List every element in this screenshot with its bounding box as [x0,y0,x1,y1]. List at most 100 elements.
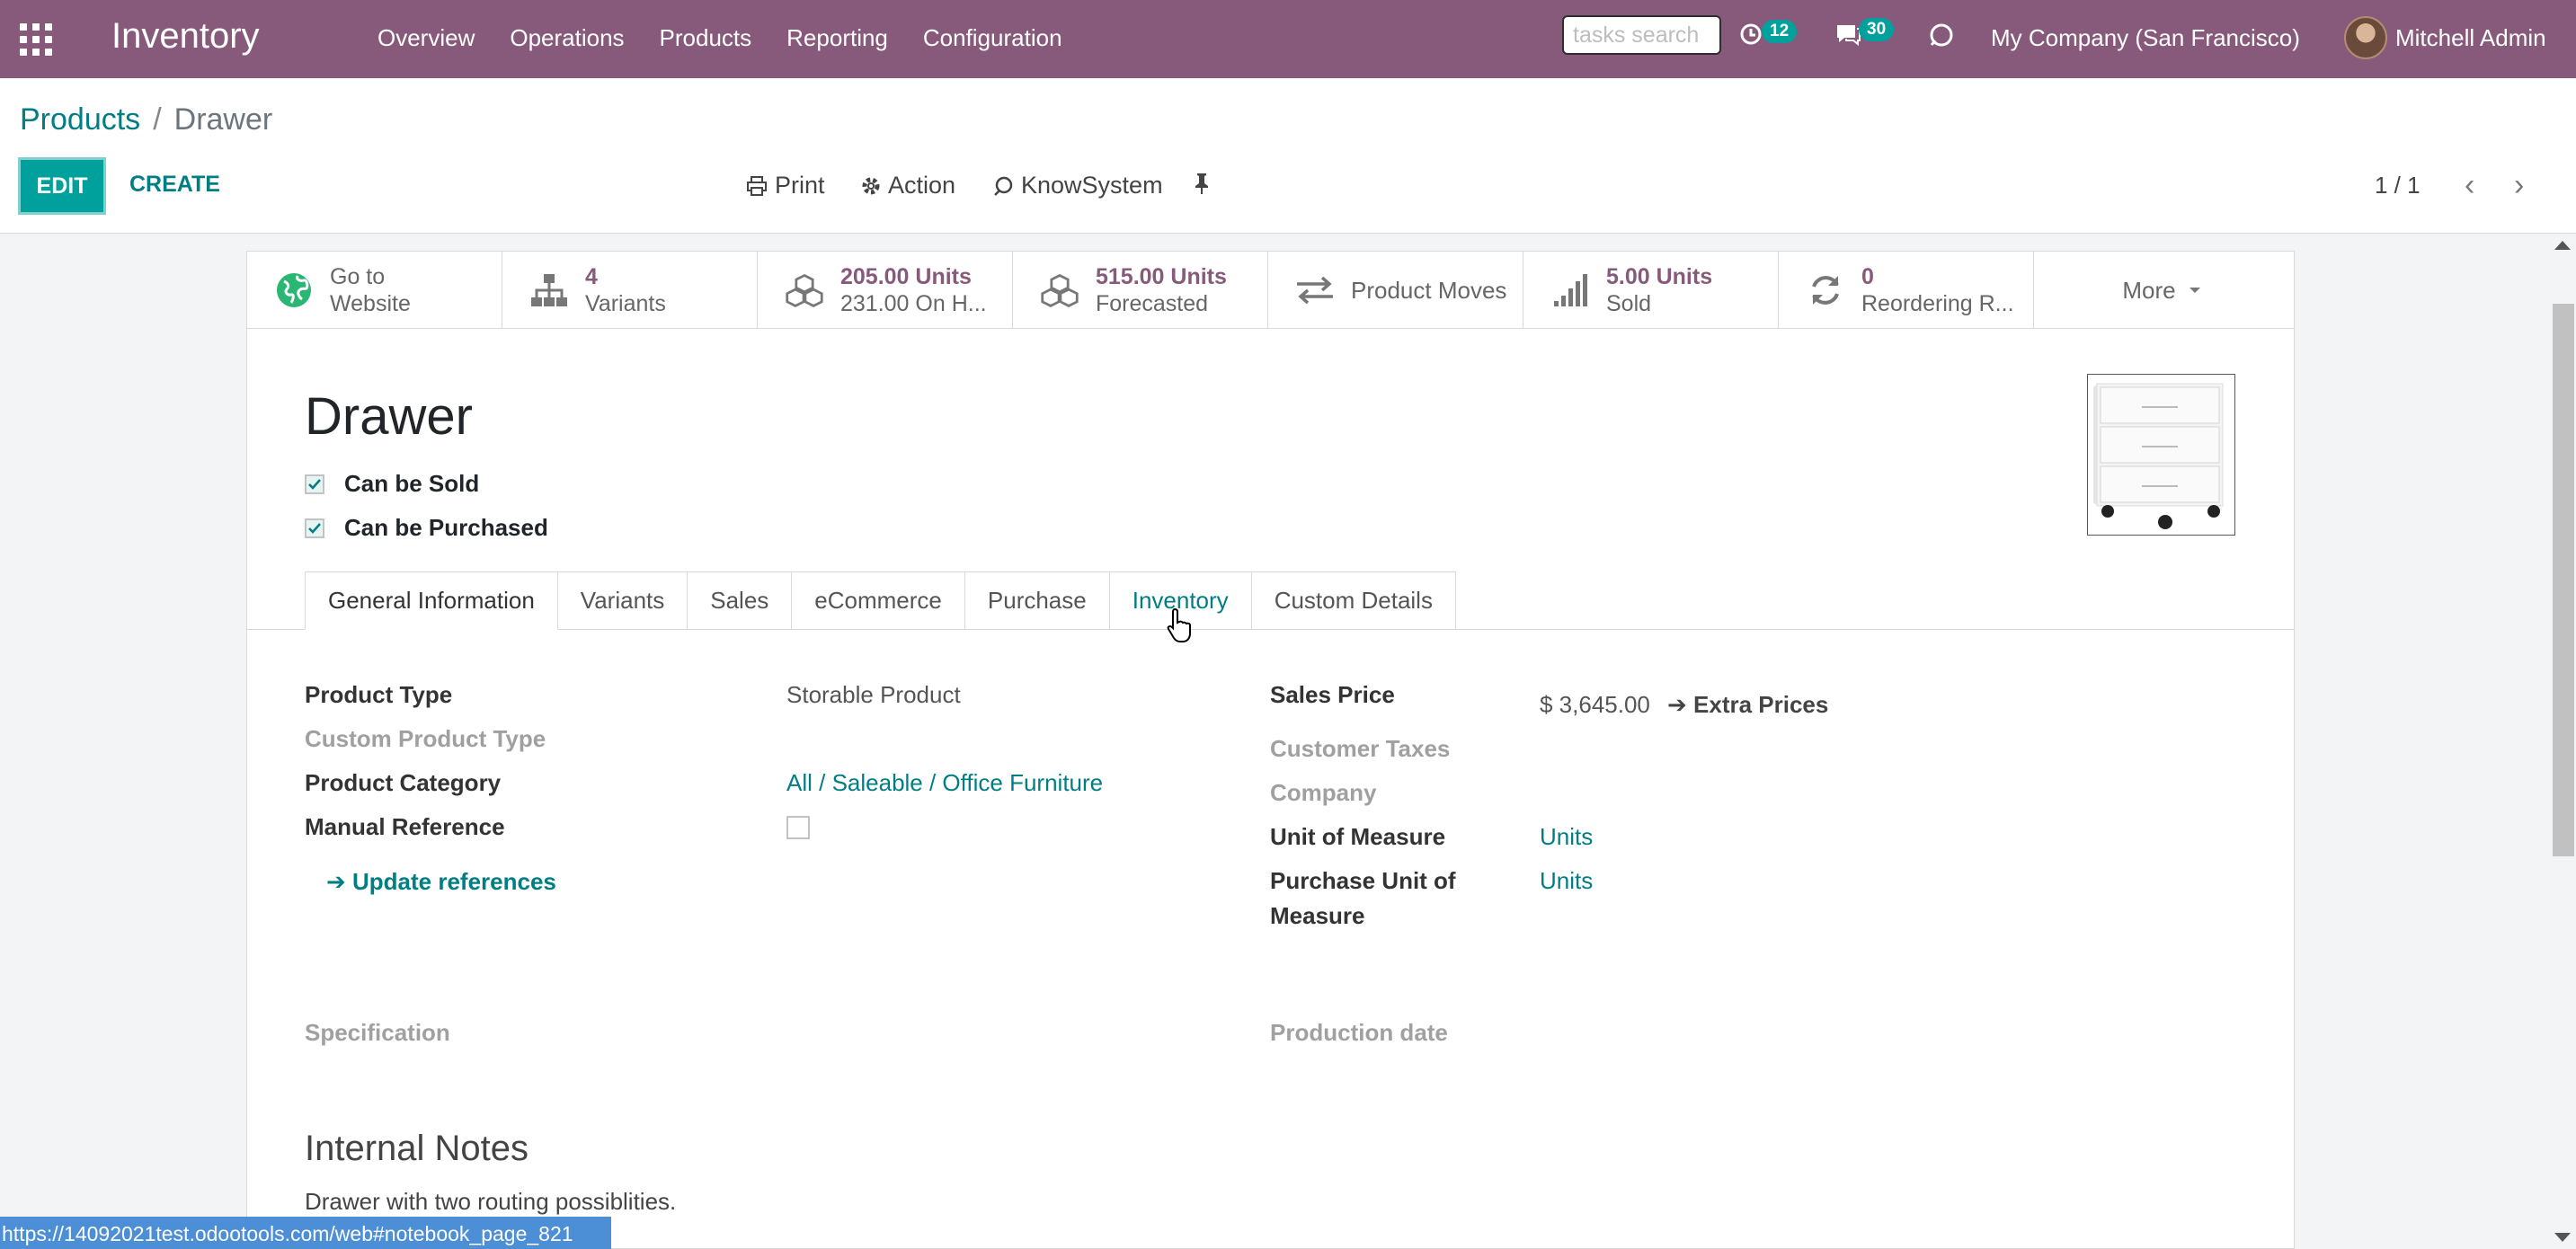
menu-reporting[interactable]: Reporting [786,24,888,52]
create-button[interactable]: CREATE [129,172,220,198]
more-button[interactable]: More [2034,252,2289,329]
drawer-image [2093,383,2224,529]
top-navbar: Inventory Overview Operations Products R… [0,0,2576,78]
hand-cursor-icon [1167,607,1194,650]
update-references-button[interactable]: ➔ Update references [326,868,556,896]
print-button[interactable]: Print [746,172,825,199]
action-label: Action [888,172,956,199]
arrow-right-icon: ➔ [1667,691,1694,718]
sold-units: 5.00 Units [1606,264,1713,289]
globe-icon [274,270,314,310]
product-category-label: Product Category [305,769,502,796]
can-be-purchased-checkbox[interactable] [305,518,324,538]
internal-notes-text[interactable]: Drawer with two routing possiblities. [305,1188,676,1216]
tab-purchase[interactable]: Purchase [964,571,1110,630]
activity-badge: 12 [1762,20,1798,43]
on-hand-stat-button[interactable]: 205.00 Units 231.00 On H... [758,252,1013,329]
can-be-purchased-label: Can be Purchased [344,514,548,541]
menu-operations[interactable]: Operations [510,24,624,52]
pager-value[interactable]: 1 / 1 [2375,172,2421,199]
pin-button[interactable] [1194,172,1210,195]
control-panel: Products / Drawer EDIT CREATE Print Action… [0,78,2576,234]
purchase-uom-label-line-2: Measure [1270,902,1365,929]
action-button[interactable]: Action [861,172,955,199]
manual-reference-checkbox[interactable] [786,816,810,839]
form-sheet: Go to Website 4 Variants 205.00 Units 23… [246,251,2295,1249]
scroll-up-arrow-icon[interactable] [2554,241,2571,250]
manual-reference-label: Manual Reference [305,813,505,840]
arrow-right-icon: ➔ [326,868,353,895]
purchase-uom-label-line-1: Purchase Unit of [1270,867,1456,894]
scroll-down-arrow-icon[interactable] [2554,1233,2571,1242]
internal-notes-title: Internal Notes [305,1129,529,1168]
sitemap-icon [529,270,569,310]
apps-menu-icon[interactable] [20,23,52,56]
tab-general-information[interactable]: General Information [305,571,558,630]
product-name: Drawer [305,387,473,446]
tab-variants[interactable]: Variants [557,571,688,630]
breadcrumb-products[interactable]: Products [20,102,140,137]
go-to-website-button[interactable]: Go to Website [247,252,502,329]
reordering-label: Reordering R... [1861,291,2014,316]
notebook-tabs: General Information Variants Sales eComm… [305,571,1456,630]
forecasted-label: Forecasted [1096,291,1209,316]
sold-label: Sold [1606,291,1652,316]
menu-configuration[interactable]: Configuration [923,24,1062,52]
variants-label: Variants [585,291,666,316]
messages-icon[interactable] [1834,22,1862,53]
edit-button[interactable]: EDIT [18,157,106,215]
scrollbar-thumb[interactable] [2553,304,2574,856]
gear-icon [862,177,880,194]
company-label: Company [1270,779,1377,806]
user-avatar[interactable] [2344,16,2387,59]
uom-value[interactable]: Units [1540,823,1593,851]
customer-taxes-label: Customer Taxes [1270,735,1451,762]
can-be-sold-row: Can be Sold [305,470,479,498]
knowsystem-label: KnowSystem [1021,172,1163,199]
messages-badge: 30 [1859,18,1895,41]
product-category-link[interactable]: All / Saleable / Office Furniture [786,769,1103,797]
refresh-icon [1806,270,1845,310]
company-switcher[interactable]: My Company (San Francisco) [1991,24,2300,52]
can-be-sold-label: Can be Sold [344,470,480,497]
reordering-count: 0 [1861,264,1874,289]
tab-sales[interactable]: Sales [688,571,793,630]
specification-label: Specification [305,1019,450,1046]
extra-prices-button[interactable]: ➔ Extra Prices [1667,691,1828,719]
website-line-1: Go to [330,264,386,289]
breadcrumb-current: Drawer [173,102,273,137]
check-icon [308,478,321,490]
breadcrumb-separator: / [153,102,162,137]
custom-product-type-label: Custom Product Type [305,725,546,752]
cubes-icon [1040,270,1079,310]
sold-stat-button[interactable]: 5.00 Units Sold [1523,252,1779,329]
menu-overview[interactable]: Overview [378,24,475,52]
on-hand-units: 205.00 Units [840,264,972,289]
variants-stat-button[interactable]: 4 Variants [502,252,758,329]
product-moves-button[interactable]: Product Moves [1268,252,1523,329]
pager-next-icon[interactable]: › [2514,168,2524,203]
product-type-value: Storable Product [786,681,961,708]
chat-refresh-icon[interactable] [1927,22,1956,57]
tasks-search-input[interactable]: tasks search [1562,15,1721,55]
breadcrumb: Products / Drawer [20,102,272,137]
user-menu[interactable]: Mitchell Admin [2395,24,2546,52]
exchange-icon [1295,270,1335,310]
reordering-rules-button[interactable]: 0 Reordering R... [1779,252,2034,329]
activity-clock-icon[interactable] [1738,22,1763,53]
forecasted-stat-button[interactable]: 515.00 Units Forecasted [1013,252,1268,329]
tab-custom-details[interactable]: Custom Details [1251,571,1456,630]
purchase-uom-value[interactable]: Units [1540,867,1593,895]
product-image[interactable] [2087,374,2235,536]
menu-products[interactable]: Products [660,24,752,52]
tab-ecommerce[interactable]: eCommerce [792,571,965,630]
knowsystem-button[interactable]: KnowSystem [992,172,1163,199]
product-type-label: Product Type [305,681,453,708]
variants-count: 4 [585,264,598,289]
app-title[interactable]: Inventory [111,16,260,57]
production-date-label: Production date [1270,1019,1448,1046]
pager-previous-icon[interactable]: ‹ [2465,168,2474,203]
can-be-sold-checkbox[interactable] [305,474,324,494]
more-label: More [2122,276,2176,304]
website-line-2: Website [330,291,411,316]
